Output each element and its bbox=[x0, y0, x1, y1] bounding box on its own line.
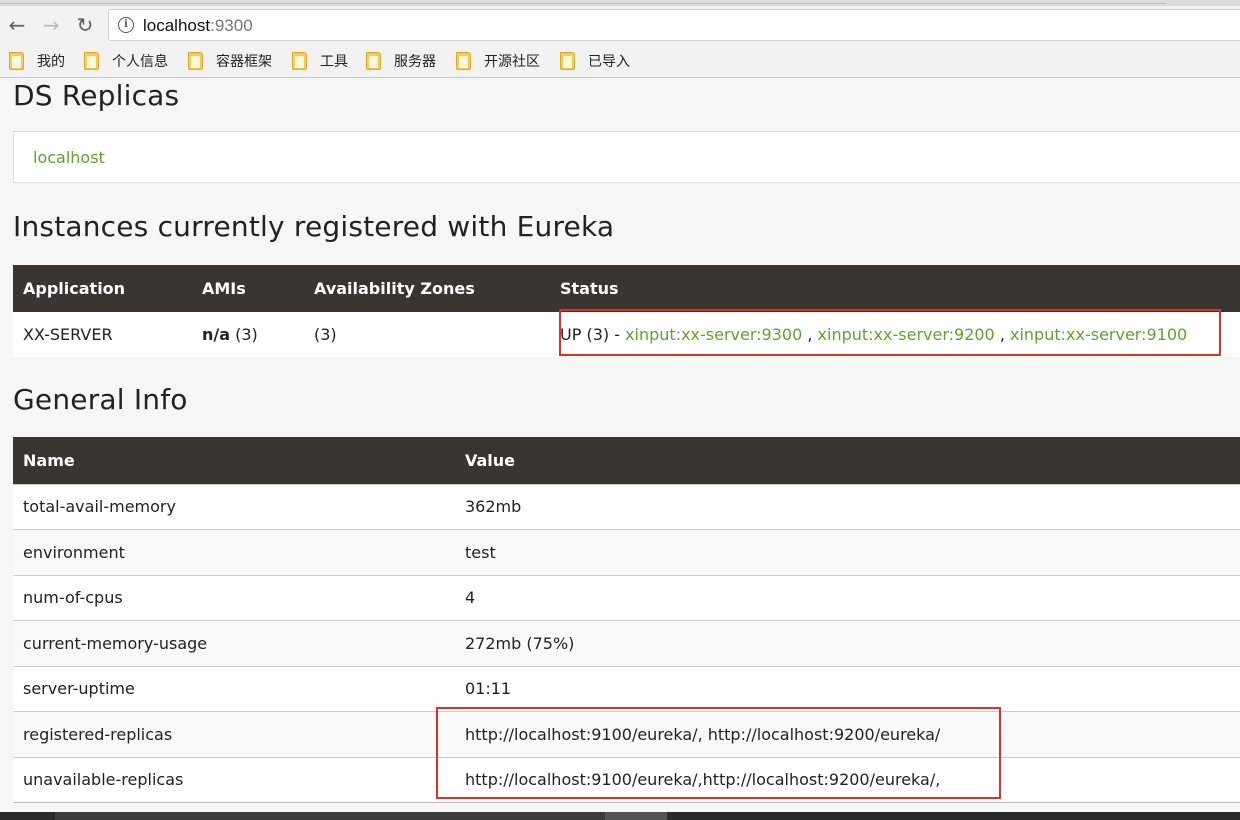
site-info-icon[interactable]: i bbox=[118, 17, 134, 33]
url-bar[interactable]: i localhost:9300 bbox=[108, 9, 1240, 41]
bookmarks-bar: 我的 个人信息 容器框架 工具 服务器 开源社区 已导入 bbox=[0, 44, 1240, 78]
column-header: Name bbox=[13, 437, 455, 484]
general-info-table: Name Value total-avail-memory 362mb envir… bbox=[13, 437, 1240, 803]
application-cell: XX-SERVER bbox=[13, 312, 192, 357]
status-cell: UP (3) - xinput:xx-server:9300 , xinput:… bbox=[550, 312, 1240, 357]
instances-heading: Instances currently registered with Eure… bbox=[13, 210, 615, 243]
folder-icon bbox=[560, 52, 575, 70]
info-value-cell: test bbox=[455, 529, 1240, 575]
url-text: localhost:9300 bbox=[143, 16, 253, 36]
address-bar-row: ← → ↻ i localhost:9300 bbox=[0, 6, 1240, 44]
column-header: Availability Zones bbox=[304, 265, 550, 312]
bookmark-label: 已导入 bbox=[588, 54, 630, 70]
ds-replicas-list: localhost bbox=[13, 131, 1240, 183]
taskbar bbox=[0, 812, 1240, 820]
table-row: total-avail-memory 362mb bbox=[13, 483, 1240, 530]
zones-cell: (3) bbox=[304, 312, 550, 357]
back-arrow-icon[interactable]: ← bbox=[4, 12, 30, 38]
column-header: AMIs bbox=[192, 265, 304, 312]
table-row: environment test bbox=[13, 529, 1240, 575]
amis-value: n/a bbox=[202, 325, 231, 344]
instance-link[interactable]: xinput:xx-server:9200 bbox=[818, 325, 995, 344]
table-header-row: Application AMIs Availability Zones Stat… bbox=[13, 265, 1240, 312]
info-name-cell: total-avail-memory bbox=[13, 483, 455, 530]
column-header: Status bbox=[550, 265, 1240, 312]
bookmark-folder[interactable]: 容器框架 bbox=[188, 51, 272, 71]
bookmark-folder[interactable]: 工具 bbox=[292, 51, 348, 71]
bookmark-label: 容器框架 bbox=[216, 54, 272, 70]
url-host: localhost bbox=[143, 16, 211, 35]
ds-replicas-heading: DS Replicas bbox=[13, 79, 180, 112]
info-value-cell: 272mb (75%) bbox=[455, 620, 1240, 666]
status-separator: , bbox=[802, 325, 818, 344]
table-row: XX-SERVER n/a (3) (3) UP (3) - xinput:xx… bbox=[13, 312, 1240, 357]
table-row: current-memory-usage 272mb (75%) bbox=[13, 620, 1240, 666]
info-name-cell: unavailable-replicas bbox=[13, 756, 455, 803]
page-content: DS Replicas localhost Instances currentl… bbox=[0, 79, 1240, 812]
table-row: server-uptime 01:11 bbox=[13, 665, 1240, 712]
bookmark-folder[interactable]: 个人信息 bbox=[84, 51, 168, 71]
info-value-cell: 01:11 bbox=[455, 665, 1240, 712]
folder-icon bbox=[84, 52, 99, 70]
folder-icon bbox=[366, 52, 381, 70]
table-header-row: Name Value bbox=[13, 437, 1240, 484]
url-port: :9300 bbox=[210, 16, 253, 35]
status-separator: , bbox=[994, 325, 1010, 344]
info-value-cell: http://localhost:9100/eureka/,http://loc… bbox=[455, 756, 1240, 803]
bookmark-folder[interactable]: 我的 bbox=[9, 51, 65, 71]
bookmark-label: 个人信息 bbox=[112, 54, 168, 70]
folder-icon bbox=[188, 52, 203, 70]
table-row: registered-replicas http://localhost:9100… bbox=[13, 711, 1240, 757]
folder-icon bbox=[9, 52, 24, 70]
info-value-cell: http://localhost:9100/eureka/, http://lo… bbox=[455, 711, 1240, 757]
forward-arrow-icon[interactable]: → bbox=[38, 12, 64, 38]
bookmark-folder[interactable]: 服务器 bbox=[366, 51, 436, 71]
info-value-cell: 4 bbox=[455, 574, 1240, 621]
info-name-cell: server-uptime bbox=[13, 665, 455, 712]
table-row: num-of-cpus 4 bbox=[13, 574, 1240, 621]
bookmark-label: 开源社区 bbox=[484, 54, 540, 70]
bookmark-folder[interactable]: 已导入 bbox=[560, 51, 630, 71]
instance-link[interactable]: xinput:xx-server:9100 bbox=[1010, 325, 1187, 344]
instance-link[interactable]: xinput:xx-server:9300 bbox=[625, 325, 802, 344]
column-header: Value bbox=[455, 437, 1240, 484]
amis-cell: n/a (3) bbox=[192, 312, 304, 357]
replica-link[interactable]: localhost bbox=[33, 148, 105, 167]
info-name-cell: environment bbox=[13, 529, 455, 575]
general-info-heading: General Info bbox=[13, 383, 188, 416]
instances-table: Application AMIs Availability Zones Stat… bbox=[13, 265, 1240, 357]
folder-icon bbox=[292, 52, 307, 70]
amis-count: (3) bbox=[230, 325, 258, 344]
table-row: unavailable-replicas http://localhost:910… bbox=[13, 756, 1240, 803]
info-value-cell: 362mb bbox=[455, 483, 1240, 530]
bookmark-label: 服务器 bbox=[394, 54, 436, 70]
info-name-cell: num-of-cpus bbox=[13, 574, 455, 621]
reload-icon[interactable]: ↻ bbox=[72, 12, 98, 38]
bookmark-label: 工具 bbox=[320, 54, 348, 70]
bookmark-folder[interactable]: 开源社区 bbox=[456, 51, 540, 71]
info-name-cell: current-memory-usage bbox=[13, 620, 455, 666]
folder-icon bbox=[456, 52, 471, 70]
bookmark-label: 我的 bbox=[37, 54, 65, 70]
column-header: Application bbox=[13, 265, 192, 312]
status-prefix: UP (3) - bbox=[560, 325, 626, 344]
info-name-cell: registered-replicas bbox=[13, 711, 455, 757]
